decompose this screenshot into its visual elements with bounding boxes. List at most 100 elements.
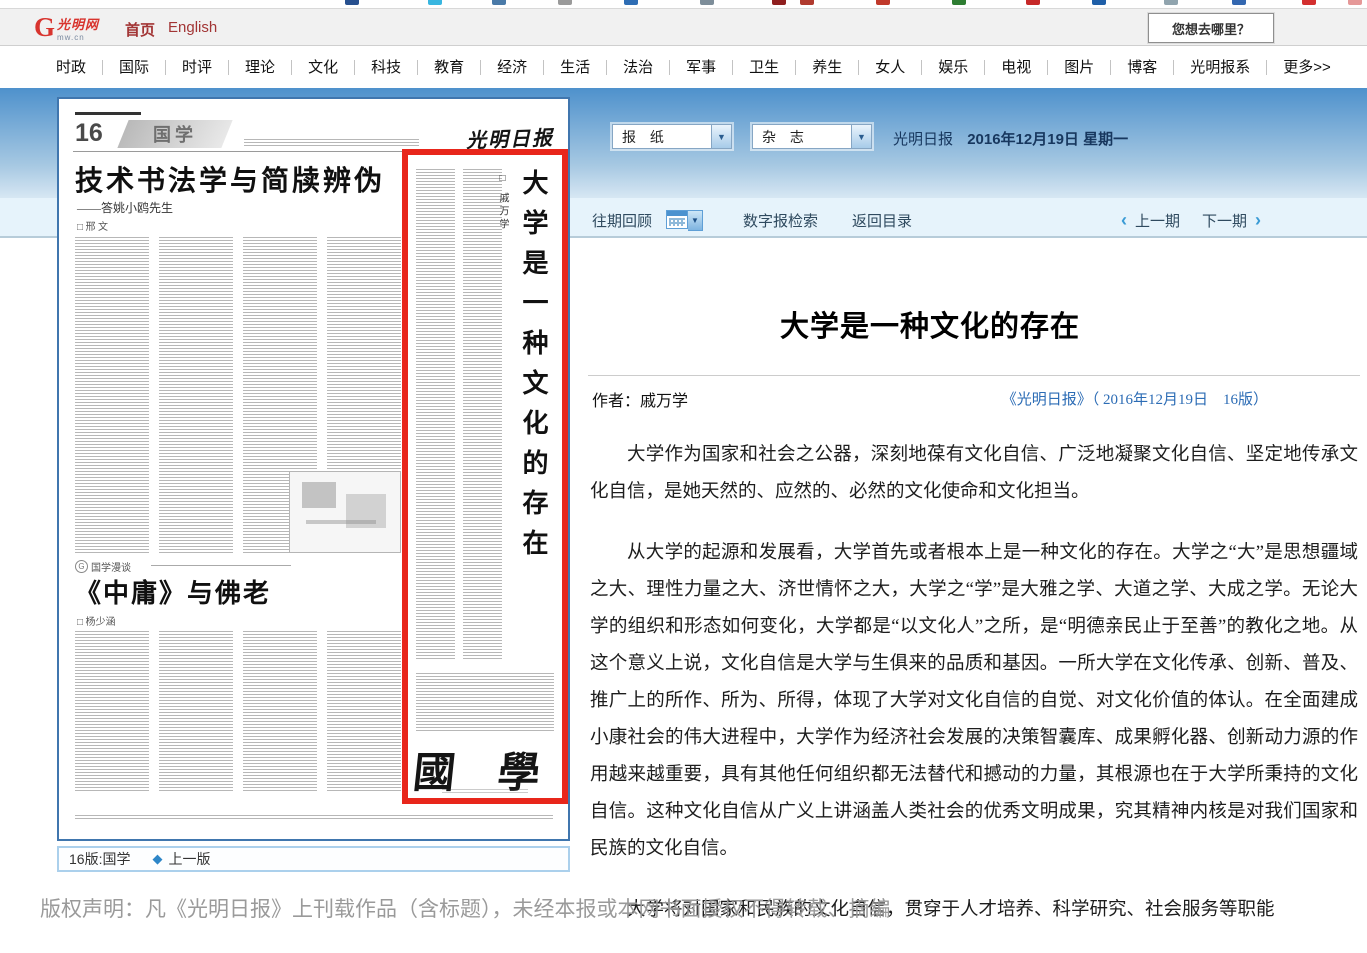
article-author: 作者：戚万学 — [592, 387, 688, 411]
dateline-blur — [244, 139, 419, 146]
nav-item-weisheng[interactable]: 卫生 — [733, 60, 796, 75]
title-divider — [588, 375, 1360, 376]
column-tag-label: 国学漫谈 — [91, 559, 131, 574]
article-title: 大学是一种文化的存在 — [586, 303, 1274, 345]
page-label: 16版:国学 — [69, 849, 130, 869]
issue-date-value: 2016年12月19日 星期一 — [967, 131, 1128, 148]
scan-byline-second: □ 杨少涵 — [77, 613, 116, 628]
page-number: 16 — [75, 119, 103, 148]
article-byline: 作者：戚万学 《光明日报》（ 2016年12月19日 16版） — [592, 387, 1358, 407]
nav-item-yangsheng[interactable]: 养生 — [796, 60, 859, 75]
page-header-dash — [75, 112, 141, 115]
calendar-icon[interactable] — [666, 210, 688, 229]
favicon-fragment — [1164, 0, 1178, 5]
next-issue-link[interactable]: 下一期 — [1202, 210, 1247, 231]
article-paragraph: 大学作为国家和社会之公器，深刻地葆有文化自信、广泛地凝聚文化自信、坚定地传承文化… — [590, 437, 1358, 511]
nav-item-gmbaoxi[interactable]: 光明报系 — [1174, 60, 1267, 75]
nav-item-lilun[interactable]: 理论 — [229, 60, 292, 75]
favicon-fragment — [624, 0, 638, 5]
dropdown-arrow-icon[interactable]: ▼ — [711, 125, 731, 148]
issue-pager: ‹ 上一期 下一期 › — [1113, 208, 1269, 232]
favicon-fragment — [772, 0, 786, 5]
nav-item-wenhua[interactable]: 文化 — [292, 60, 355, 75]
digital-search-link[interactable]: 数字报检索 — [743, 210, 818, 231]
highlight-title-vertical: 大学是一种文化的存在 — [515, 169, 552, 649]
nav-item-shiping[interactable]: 时评 — [166, 60, 229, 75]
section-banner: 国学 — [117, 120, 232, 148]
favicon-fragment — [700, 0, 714, 5]
favicon-fragment — [1302, 0, 1316, 5]
magazine-select[interactable]: 杂 志 ▼ — [752, 124, 872, 149]
calligraphy-caption-blur — [442, 789, 528, 794]
scan-footer-line — [75, 815, 553, 821]
article-source: 《光明日报》（ 2016年12月19日 16版） — [1002, 388, 1268, 409]
nav-item-jingji[interactable]: 经济 — [481, 60, 544, 75]
masthead-name: 光明日报 — [893, 131, 953, 148]
favicon-fragment — [428, 0, 442, 5]
nav-item-jiaoyu[interactable]: 教育 — [418, 60, 481, 75]
nav-item-shizheng[interactable]: 时政 — [40, 60, 103, 75]
gmw-logo-g: G — [34, 14, 55, 40]
nav-item-boke[interactable]: 博客 — [1111, 60, 1174, 75]
gmw-logo[interactable]: G 光明网 mw.cn — [34, 14, 99, 42]
nav-item-junshi[interactable]: 军事 — [670, 60, 733, 75]
nav-item-dianshi[interactable]: 电视 — [985, 60, 1048, 75]
favicon-fragment — [800, 0, 814, 5]
prev-issue-link[interactable]: 上一期 — [1135, 210, 1180, 231]
gmw-logo-name: 光明网 — [57, 14, 99, 33]
paper-select-value: 报 纸 — [613, 127, 711, 147]
column-tag-rule — [151, 565, 291, 566]
prev-page-link[interactable]: 上一版 — [168, 849, 210, 869]
gmw-logo-domain: mw.cn — [57, 33, 99, 42]
nav-item-shenghuo[interactable]: 生活 — [544, 60, 607, 75]
favicon-fragment — [1092, 0, 1106, 5]
back-issues-link[interactable]: 往期回顾 — [592, 210, 652, 231]
favicon-strip — [0, 0, 1367, 8]
search-input[interactable] — [1148, 13, 1274, 43]
copyright-notice-clipped: 版权声明：凡《光明日报》上刊载作品（含标题），未经本报或本网书面授权不得转载、摘… — [40, 893, 891, 923]
nav-item-yule[interactable]: 娱乐 — [922, 60, 985, 75]
favicon-fragment — [492, 0, 506, 5]
scan-figure — [289, 471, 401, 553]
diamond-icon: ◆ — [152, 851, 162, 867]
scan-byline-main: □ 邢 文 — [77, 218, 108, 233]
page-nav-bar: 16版:国学 ◆ 上一版 — [57, 846, 570, 872]
nav-item-more[interactable]: 更多>> — [1267, 60, 1347, 75]
issue-date: 光明日报 2016年12月19日 星期一 — [893, 128, 1128, 149]
article-paragraph: 从大学的起源和发展看，大学首先或者根本上是一种文化的存在。大学之“大”是思想疆域… — [590, 535, 1358, 868]
favicon-fragment — [1232, 0, 1246, 5]
prev-issue-arrow-icon[interactable]: ‹ — [1121, 210, 1127, 231]
article-body: 大学作为国家和社会之公器，深刻地葆有文化自信、广泛地凝聚文化自信、坚定地传承文化… — [590, 437, 1358, 953]
nav-item-nvren[interactable]: 女人 — [859, 60, 922, 75]
paper-select[interactable]: 报 纸 ▼ — [612, 124, 732, 149]
nav-item-tupian[interactable]: 图片 — [1048, 60, 1111, 75]
calendar-picker[interactable]: ▼ — [666, 210, 703, 231]
favicon-fragment — [558, 0, 572, 5]
favicon-fragment — [1348, 0, 1362, 5]
scan-text-block — [416, 673, 554, 731]
favicon-fragment — [1026, 0, 1040, 5]
magazine-select-value: 杂 志 — [753, 127, 851, 147]
scan-headline-main: 技术书法学与简牍辨伪 — [75, 159, 385, 199]
author-name: 戚万学 — [640, 393, 688, 410]
newspaper-page-image[interactable]: 16 国学 光明日报 技术书法学与简牍辨伪 ——答姚小鸥先生 □ 邢 文 G 国… — [57, 97, 570, 841]
nav-item-guoji[interactable]: 国际 — [103, 60, 166, 75]
author-label: 作者： — [592, 393, 640, 410]
back-to-toc-link[interactable]: 返回目录 — [852, 210, 912, 231]
favicon-fragment — [952, 0, 966, 5]
scan-headline-main-sub: ——答姚小鸥先生 — [77, 199, 173, 216]
nav-item-keji[interactable]: 科技 — [355, 60, 418, 75]
dropdown-arrow-icon[interactable]: ▼ — [851, 125, 871, 148]
scan-text-columns — [416, 169, 502, 661]
nav-item-fazhi[interactable]: 法治 — [607, 60, 670, 75]
calendar-dropdown-icon[interactable]: ▼ — [688, 210, 703, 231]
highlighted-article-region[interactable]: □ 戚万学 大学是一种文化的存在 國 學 — [402, 149, 568, 804]
next-issue-arrow-icon[interactable]: › — [1255, 210, 1261, 231]
scan-text-columns — [75, 631, 401, 793]
home-link[interactable]: 首页 — [125, 19, 155, 40]
english-link[interactable]: English — [168, 19, 217, 36]
scan-headline-second: 《中庸》与佛老 — [75, 573, 271, 610]
g-badge-icon: G — [75, 560, 88, 573]
site-header: G 光明网 mw.cn 首页 English — [0, 8, 1367, 46]
issue-toolbar: 往期回顾 ▼ 数字报检索 返回目录 — [592, 208, 912, 232]
